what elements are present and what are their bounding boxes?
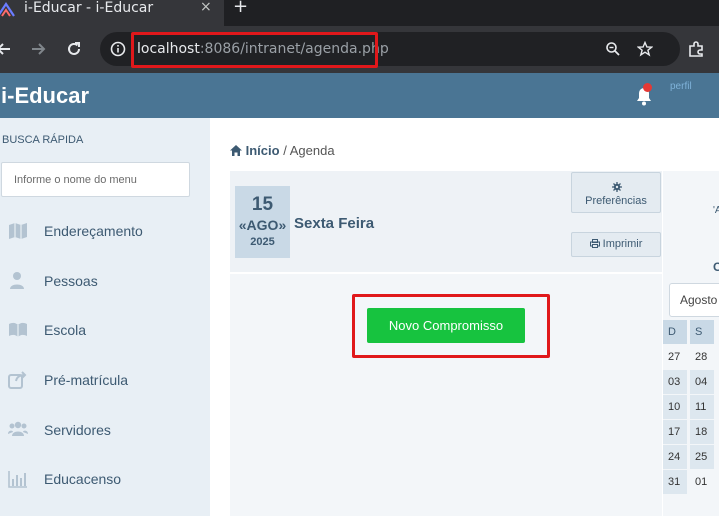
calendar-day[interactable]: 01 bbox=[690, 470, 714, 494]
calendar-day[interactable]: 11 bbox=[690, 395, 714, 419]
sidebar-item-label: Pré-matrícula bbox=[44, 372, 129, 388]
sidebar-item-label: Escola bbox=[44, 322, 87, 338]
quick-search-label: BUSCA RÁPIDA bbox=[2, 134, 84, 146]
month-select[interactable]: Agosto bbox=[669, 283, 719, 317]
browser-tab-bar: i-Educar - i-Educar × + bbox=[0, 0, 719, 26]
day-header-sunday: D bbox=[663, 320, 687, 344]
sidebar-item-escola[interactable]: Escola bbox=[0, 310, 210, 350]
zoom-icon[interactable] bbox=[605, 41, 621, 57]
preferences-button[interactable]: Preferências bbox=[571, 172, 661, 213]
sidebar-item-educacenso[interactable]: Educacenso bbox=[0, 459, 210, 499]
calendar-day[interactable]: 10 bbox=[663, 395, 687, 419]
book-icon bbox=[9, 322, 27, 337]
next-day-link[interactable]: » bbox=[278, 217, 286, 233]
calendar-day[interactable]: 31 bbox=[663, 470, 687, 494]
date-month: AGO bbox=[246, 217, 279, 233]
sidebar-item-enderecamento[interactable]: Endereçamento bbox=[0, 211, 210, 251]
sidebar-item-label: Pessoas bbox=[44, 273, 98, 289]
user-icon bbox=[10, 272, 24, 289]
calendar-day[interactable]: 27 bbox=[663, 345, 687, 369]
calendar-day[interactable]: 28 bbox=[690, 345, 714, 369]
sidebar: BUSCA RÁPIDA Endereçamento Pessoas Escol… bbox=[0, 118, 210, 516]
weekday-title: Sexta Feira bbox=[294, 215, 375, 232]
site-info-icon[interactable] bbox=[110, 41, 126, 57]
home-icon[interactable] bbox=[230, 145, 242, 156]
date-day: 15 bbox=[251, 194, 274, 215]
breadcrumb-current: Agenda bbox=[289, 143, 335, 158]
calendar-day[interactable]: 24 bbox=[663, 445, 687, 469]
sidebar-item-pessoas[interactable]: Pessoas bbox=[0, 261, 210, 301]
back-arrow-icon[interactable] bbox=[0, 39, 14, 59]
date-month-nav: «AGO» bbox=[235, 217, 290, 233]
print-icon bbox=[589, 239, 600, 248]
calendar-day[interactable]: 04 bbox=[690, 370, 714, 394]
calendar-day[interactable]: 03 bbox=[663, 370, 687, 394]
brand-logo[interactable]: i-Educar bbox=[1, 84, 89, 108]
new-tab-icon[interactable]: + bbox=[233, 0, 248, 17]
extensions-icon[interactable] bbox=[686, 39, 706, 59]
sidebar-item-label: Servidores bbox=[44, 422, 111, 438]
url-highlight-box bbox=[131, 32, 378, 68]
browser-tab[interactable]: i-Educar - i-Educar × bbox=[0, 0, 224, 26]
calendar-day[interactable]: 25 bbox=[690, 445, 714, 469]
preferences-label: Preferências bbox=[585, 195, 647, 207]
new-appointment-button[interactable]: Novo Compromisso bbox=[367, 308, 525, 343]
breadcrumb: Início / Agenda bbox=[230, 143, 335, 158]
sidebar-item-pre-matricula[interactable]: Pré-matrícula bbox=[0, 360, 210, 400]
gear-icon bbox=[612, 182, 622, 192]
calendar-day[interactable]: 18 bbox=[690, 420, 714, 444]
day-header-monday: S bbox=[690, 320, 714, 344]
sidebar-item-label: Endereçamento bbox=[44, 223, 143, 239]
breadcrumb-home-link[interactable]: Início bbox=[246, 143, 280, 158]
menu-search-input[interactable] bbox=[1, 162, 190, 197]
user-avatar[interactable]: perfil bbox=[670, 81, 719, 95]
sidebar-item-servidores[interactable]: Servidores bbox=[0, 410, 210, 450]
forward-arrow-icon[interactable] bbox=[28, 39, 48, 59]
ieducar-favicon-icon bbox=[0, 2, 15, 17]
tab-title: i-Educar - i-Educar bbox=[24, 0, 154, 16]
calendar-header-fragment: 'A bbox=[713, 205, 719, 216]
reload-icon[interactable] bbox=[64, 39, 84, 59]
map-icon bbox=[9, 223, 27, 239]
date-box: 15 «AGO» 2025 bbox=[235, 186, 290, 258]
print-label: Imprimir bbox=[602, 238, 643, 250]
tab-close-icon[interactable]: × bbox=[200, 0, 212, 15]
bar-chart-icon bbox=[8, 471, 27, 488]
bookmark-star-icon[interactable] bbox=[637, 41, 653, 57]
breadcrumb-separator: / bbox=[283, 143, 287, 158]
calendar-day[interactable]: 17 bbox=[663, 420, 687, 444]
notification-badge bbox=[643, 83, 652, 92]
print-button[interactable]: Imprimir bbox=[571, 232, 661, 257]
date-year: 2025 bbox=[250, 236, 275, 248]
mini-calendar: 'A C Agosto D S 27 28 03 04 10 11 17 18 … bbox=[663, 171, 719, 516]
calendar-title-fragment: C bbox=[713, 260, 719, 274]
prev-day-link[interactable]: « bbox=[239, 217, 247, 233]
app-header: i-Educar perfil bbox=[0, 73, 719, 118]
share-icon bbox=[8, 371, 27, 389]
agenda-header: 15 «AGO» 2025 Sexta Feira Preferências I… bbox=[230, 171, 662, 274]
sidebar-item-label: Educacenso bbox=[44, 471, 122, 487]
users-icon bbox=[8, 421, 28, 436]
